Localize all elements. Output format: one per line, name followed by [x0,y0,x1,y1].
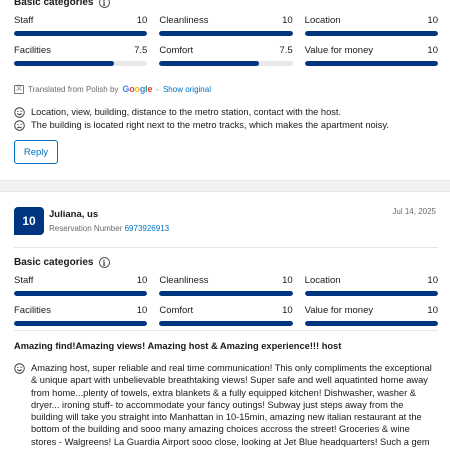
categories-heading: Basic categories i [14,257,110,268]
category-label: Value for money [304,305,374,316]
translated-prefix: Translated from Polish by [28,84,119,94]
category-staff: Staff 10 [14,15,148,45]
show-original-link[interactable]: Show original [163,85,211,94]
category-cleanliness: Cleanliness 10 [159,275,293,305]
category-label: Value for money [304,45,374,56]
category-score: 10 [427,15,438,26]
score-bar [14,291,148,296]
categories-heading: Basic categories i [14,0,110,8]
reservation-label: Reservation Number [49,224,123,233]
category-label: Location [304,275,341,286]
category-location: Location 10 [304,275,438,305]
category-score: 10 [282,15,293,26]
score-bar-fill [14,291,148,296]
smiley-face-icon [14,106,25,118]
category-score: 10 [136,305,148,316]
category-score: 10 [282,305,293,316]
category-score: 10 [427,305,438,316]
review-date: Jul 14, 2025 [392,207,436,216]
disliked-text: The building is located right next to th… [31,120,389,130]
score-bar [304,291,438,296]
score-bar-fill [159,31,293,36]
category-comfort: Comfort 7.5 [159,45,293,75]
divider [14,330,438,331]
category-score: 7.5 [279,45,293,56]
reservation-info: Reservation Number 6973926913 [49,224,169,233]
category-label: Cleanliness [159,15,209,26]
score-bar-fill [304,321,438,326]
reply-button[interactable]: Reply [14,140,58,164]
score-bar [304,61,438,66]
score-bar [14,61,148,66]
score-bar-fill [14,31,148,36]
divider [14,247,438,248]
categories-heading-text: Basic categories [14,257,94,268]
translate-icon: 文 [14,84,24,94]
translation-note: 文 Translated from Polish by Google - Sho… [14,84,211,94]
smiley-face-icon [14,362,25,374]
category-score: 7.5 [134,45,148,56]
score-bar [159,31,293,36]
translated-separator: - [156,84,159,94]
categories-grid: Staff 10 Cleanliness 10 Location 10 Facilit… [14,15,438,75]
reviewer-name: Juliana, us [49,209,99,220]
category-label: Cleanliness [159,275,209,286]
category-label: Comfort [159,45,194,56]
score-bar-fill [159,321,293,326]
score-bar-fill [159,291,293,296]
category-label: Staff [14,275,34,286]
category-score: 10 [427,45,438,56]
category-label: Location [304,15,341,26]
liked-line: Amazing host, super reliable and real ti… [14,362,438,450]
score-bar [14,321,148,326]
score-badge: 10 [14,207,44,235]
category-label: Facilities [14,45,51,56]
score-bar [159,61,293,66]
categories-grid: Staff 10 Cleanliness 10 Location 10 Facilit… [14,275,438,335]
category-facilities: Facilities 7.5 [14,45,148,75]
score-bar [304,321,438,326]
category-label: Staff [14,15,34,26]
score-bar-fill [159,61,260,66]
score-bar [159,291,293,296]
score-bar-fill [304,61,438,66]
category-location: Location 10 [304,15,438,45]
score-bar [304,31,438,36]
disliked-line: The building is located right next to th… [14,119,438,131]
category-label: Comfort [159,305,194,316]
liked-line: Location, view, building, distance to th… [14,106,438,118]
categories-heading-text: Basic categories [14,0,94,8]
score-bar [14,31,148,36]
info-icon[interactable]: i [98,0,110,8]
category-score: 10 [136,275,148,286]
category-value-for-money: Value for money 10 [304,45,438,75]
score-bar [159,321,293,326]
category-score: 10 [427,275,438,286]
category-cleanliness: Cleanliness 10 [159,15,293,45]
category-score: 10 [136,15,148,26]
score-bar-fill [304,31,438,36]
liked-text: Amazing host, super reliable and real ti… [31,363,432,450]
section-divider [0,180,450,192]
frowning-face-icon [14,119,25,131]
score-bar-fill [14,321,148,326]
info-icon[interactable]: i [98,257,110,268]
score-bar-fill [304,291,438,296]
review-title: Amazing find!Amazing views! Amazing host… [14,341,342,351]
liked-text: Location, view, building, distance to th… [31,107,342,117]
reservation-number-link[interactable]: 6973926913 [125,224,170,233]
category-label: Facilities [14,305,51,316]
category-staff: Staff 10 [14,275,148,305]
google-logo: Google [122,84,153,94]
category-score: 10 [282,275,293,286]
reviews-page: Basic categories i Staff 10 Cleanliness 10… [0,0,450,450]
score-bar-fill [14,61,114,66]
